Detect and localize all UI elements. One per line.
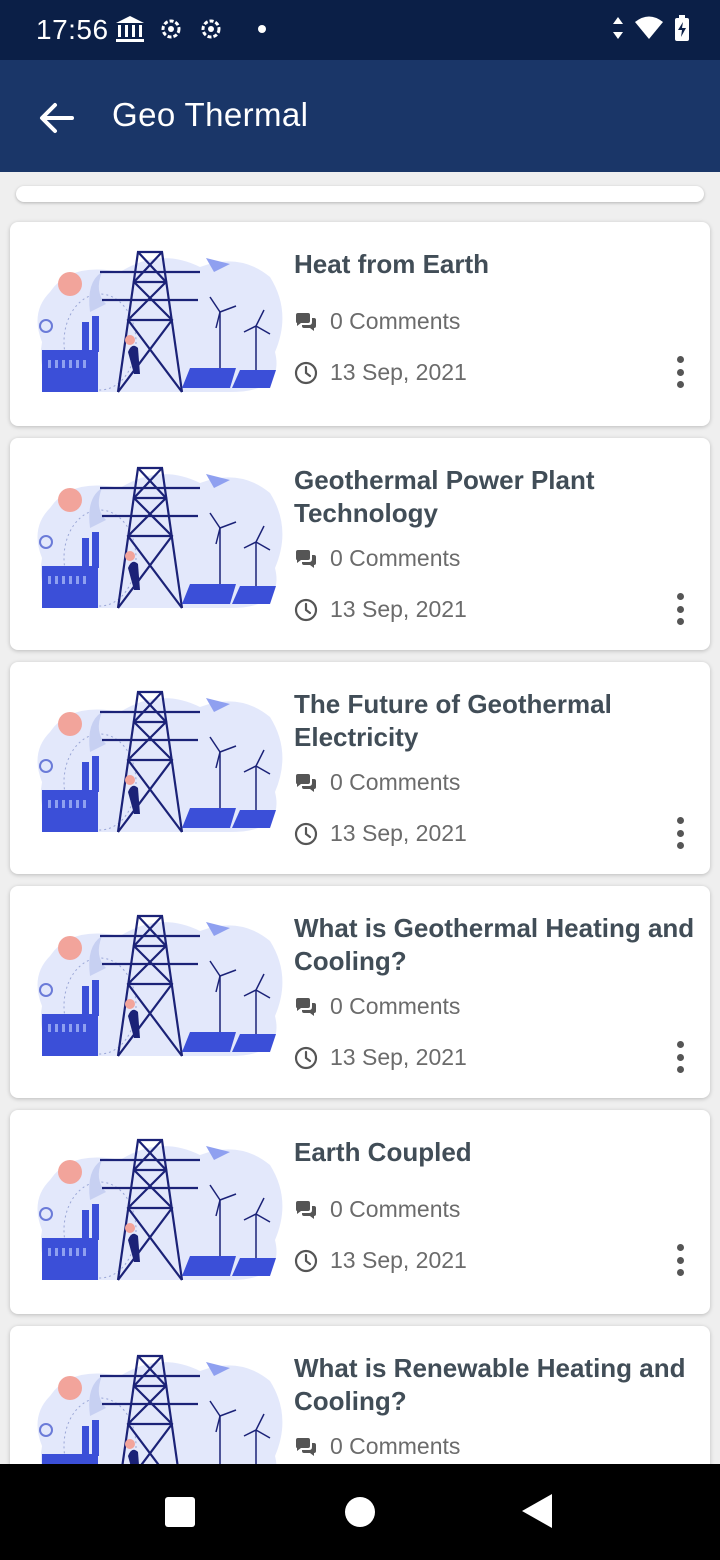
- power-grid-illustration: [36, 466, 284, 610]
- comments-icon: [296, 1200, 316, 1219]
- clock-icon: [294, 822, 318, 845]
- comments-count: 0 Comments: [330, 1196, 461, 1222]
- publish-date: 13 Sep, 2021: [330, 359, 467, 385]
- more-options-button[interactable]: [668, 589, 692, 629]
- comments-row: 0 Comments: [294, 1433, 460, 1460]
- publish-date: 13 Sep, 2021: [330, 1044, 467, 1070]
- article-card[interactable]: Heat from Earth 0 Comments 13 Sep, 2021: [10, 222, 710, 426]
- more-options-button[interactable]: [668, 813, 692, 853]
- comments-count: 0 Comments: [330, 769, 461, 795]
- gear-icon: [201, 19, 221, 39]
- bank-icon: [116, 16, 144, 42]
- comments-row: 0 Comments: [294, 1196, 460, 1223]
- clock-icon: [294, 361, 318, 384]
- comments-row: 0 Comments: [294, 308, 460, 335]
- comments-count: 0 Comments: [330, 308, 461, 334]
- publish-date: 13 Sep, 2021: [330, 1247, 467, 1273]
- article-card[interactable]: Earth Coupled 0 Comments 13 Sep, 2021: [10, 1110, 710, 1314]
- comments-icon: [296, 773, 316, 792]
- gear-icon: [161, 19, 181, 39]
- page-title: Geo Thermal: [112, 96, 309, 133]
- date-row: 13 Sep, 2021: [294, 820, 467, 847]
- comments-icon: [296, 549, 316, 568]
- more-options-button[interactable]: [668, 352, 692, 392]
- home-button[interactable]: [345, 1497, 375, 1527]
- comments-row: 0 Comments: [294, 993, 460, 1020]
- comments-count: 0 Comments: [330, 545, 461, 571]
- date-row: 13 Sep, 2021: [294, 359, 467, 386]
- publish-date: 13 Sep, 2021: [330, 820, 467, 846]
- date-row: 13 Sep, 2021: [294, 1044, 467, 1071]
- recents-button[interactable]: [165, 1497, 195, 1527]
- app-bar: Geo Thermal: [0, 60, 720, 172]
- status-time: 17:56: [36, 14, 109, 45]
- system-icons: [612, 14, 690, 42]
- data-transfer-icon: [613, 17, 623, 39]
- article-card[interactable]: What is Geothermal Heating and Cooling? …: [10, 886, 710, 1098]
- wifi-icon: [635, 16, 663, 39]
- article-title: What is Renewable Heating and Cooling?: [294, 1353, 686, 1416]
- arrow-left-icon: [40, 103, 74, 133]
- back-button[interactable]: [30, 92, 82, 144]
- article-title: Heat from Earth: [294, 249, 490, 279]
- more-options-button[interactable]: [668, 1037, 692, 1077]
- comments-count: 0 Comments: [330, 1433, 461, 1459]
- status-bar: 17:56: [0, 0, 720, 60]
- comments-row: 0 Comments: [294, 769, 460, 796]
- date-row: 13 Sep, 2021: [294, 1247, 467, 1274]
- header-strip: [16, 186, 704, 202]
- comments-count: 0 Comments: [330, 993, 461, 1019]
- comments-row: 0 Comments: [294, 545, 460, 572]
- article-title: Earth Coupled: [294, 1137, 472, 1167]
- article-card[interactable]: Geothermal Power Plant Technology 0 Comm…: [10, 438, 710, 650]
- article-title: Geothermal Power Plant Technology: [294, 465, 595, 528]
- clock-icon: [294, 1249, 318, 1272]
- notification-icons: [114, 14, 266, 44]
- article-card[interactable]: The Future of Geothermal Electricity 0 C…: [10, 662, 710, 874]
- date-row: 13 Sep, 2021: [294, 596, 467, 623]
- power-grid-illustration: [36, 690, 284, 834]
- comments-icon: [296, 312, 316, 331]
- comments-icon: [296, 997, 316, 1016]
- system-nav-bar: [0, 1464, 720, 1560]
- power-grid-illustration: [36, 1138, 284, 1282]
- nav-back-button[interactable]: [522, 1494, 552, 1528]
- more-notifications-dot: [258, 25, 266, 33]
- article-title: The Future of Geothermal Electricity: [294, 689, 612, 752]
- clock-icon: [294, 1046, 318, 1069]
- article-card[interactable]: What is Renewable Heating and Cooling? 0…: [10, 1326, 710, 1486]
- comments-icon: [296, 1437, 316, 1456]
- battery-icon: [675, 15, 689, 41]
- power-grid-illustration: [36, 914, 284, 1058]
- power-grid-illustration: [36, 250, 284, 394]
- publish-date: 13 Sep, 2021: [330, 596, 467, 622]
- clock-icon: [294, 598, 318, 621]
- more-options-button[interactable]: [668, 1240, 692, 1280]
- article-title: What is Geothermal Heating and Cooling?: [294, 913, 695, 976]
